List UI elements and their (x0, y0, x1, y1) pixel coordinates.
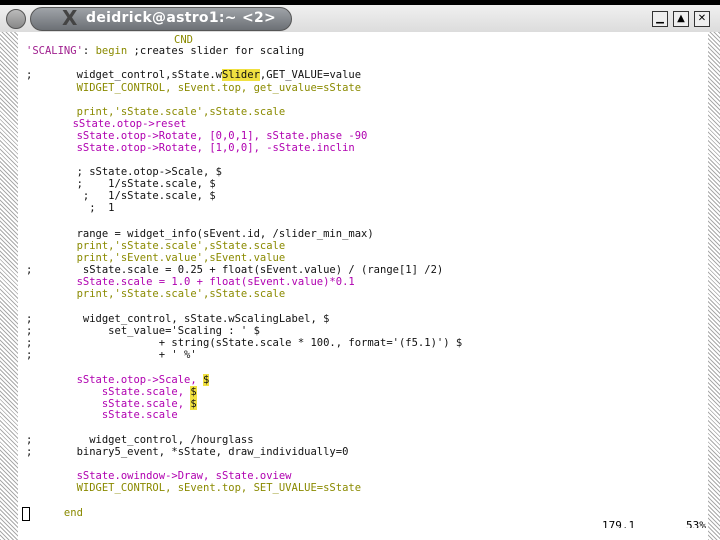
cursor-position: 179,1 (602, 519, 636, 528)
code-token: 'SCALING' (26, 45, 83, 57)
code-line: ; 1 (26, 202, 115, 214)
scroll-percent: 53% (686, 519, 706, 528)
code-line: print,'sState.scale',sState.scale (26, 288, 286, 300)
search-highlight: $ (190, 398, 197, 410)
code-line: print,'sEvent.value',sEvent.value (26, 252, 286, 264)
code-line: range = widget_info(sEvent.id, /slider_m… (26, 228, 374, 240)
text-cursor (22, 507, 30, 521)
code-line: sState.otop->Scale, $ (26, 374, 210, 386)
code-token: ; widget_control,sState.w (26, 69, 222, 81)
code-token: ,GET_VALUE=value (259, 69, 362, 81)
code-line: ; sState.otop->Scale, $ (26, 166, 222, 178)
code-line: sState.otop->Rotate, [0,0,1], sState.pha… (26, 130, 368, 142)
code-line: ; sState.scale = 0.25 + float(sEvent.val… (26, 264, 444, 276)
code-line: ; 1/sState.scale, $ (26, 190, 216, 202)
code-line: ; + string(sState.scale * 100., format='… (26, 337, 463, 349)
window-title: deidrick@astro1:~ <2> (86, 10, 277, 26)
code-line: print,'sState.scale',sState.scale (26, 240, 286, 252)
code-token: sState.scale, (26, 386, 191, 398)
code-line: sState.otop->Rotate, [1,0,0], -sState.in… (26, 142, 355, 154)
code-token: sState.otop->Scale, (26, 374, 204, 386)
code-line: WIDGET_CONTROL, sEvent.top, get_uvalue=s… (26, 82, 362, 94)
terminal-window: X deidrick@astro1:~ <2> ▁ ▲ ✕ CND 'SCALI… (0, 0, 720, 540)
maximize-button[interactable]: ▲ (673, 11, 689, 27)
code-line: ; binary5_event, *sState, draw_individua… (26, 446, 349, 458)
minimize-button[interactable]: ▁ (652, 11, 668, 27)
window-menu-button[interactable] (6, 9, 26, 29)
code-token: ;creates slider for scaling (127, 45, 305, 57)
right-scroll-gutter[interactable] (708, 32, 720, 540)
code-line: ; widget_control, /hourglass (26, 434, 254, 446)
search-highlight: $ (203, 374, 210, 386)
code-line: print,'sState.scale',sState.scale (26, 106, 286, 118)
code-line: ; + ' %' (26, 349, 197, 361)
code-line: sState.scale = 1.0 + float(sEvent.value)… (26, 276, 355, 288)
code-line: sState.otop->reset (22, 118, 187, 130)
code-token: begin (95, 45, 128, 57)
search-highlight: Slider (221, 69, 260, 81)
code-line: ; widget_control, sState.wScalingLabel, … (26, 313, 330, 325)
code-line: end (26, 507, 83, 519)
search-highlight: $ (190, 386, 197, 398)
code-line: 'SCALING': begin ;creates slider for sca… (26, 45, 304, 57)
code-line: sState.scale, $ (26, 386, 197, 398)
code-line: ; set_value='Scaling : ' $ (26, 325, 260, 337)
code-line: sState.scale (26, 409, 178, 421)
top-edge (0, 0, 720, 5)
code-token: : (82, 45, 96, 57)
title-bar[interactable]: X deidrick@astro1:~ <2> ▁ ▲ ✕ (0, 0, 720, 32)
x-logo-icon: X (62, 6, 78, 30)
code-line: WIDGET_CONTROL, sEvent.top, SET_UVALUE=s… (26, 482, 362, 494)
code-line: ; widget_control,sState.wSlider,GET_VALU… (26, 69, 361, 81)
code-line: ; 1/sState.scale, $ (26, 178, 216, 190)
left-scroll-gutter[interactable] (0, 32, 18, 540)
code-line: sState.owindow->Draw, sState.oview (26, 470, 292, 482)
close-button[interactable]: ✕ (694, 11, 710, 27)
editor-pane[interactable]: CND 'SCALING': begin ;creates slider for… (18, 32, 708, 528)
